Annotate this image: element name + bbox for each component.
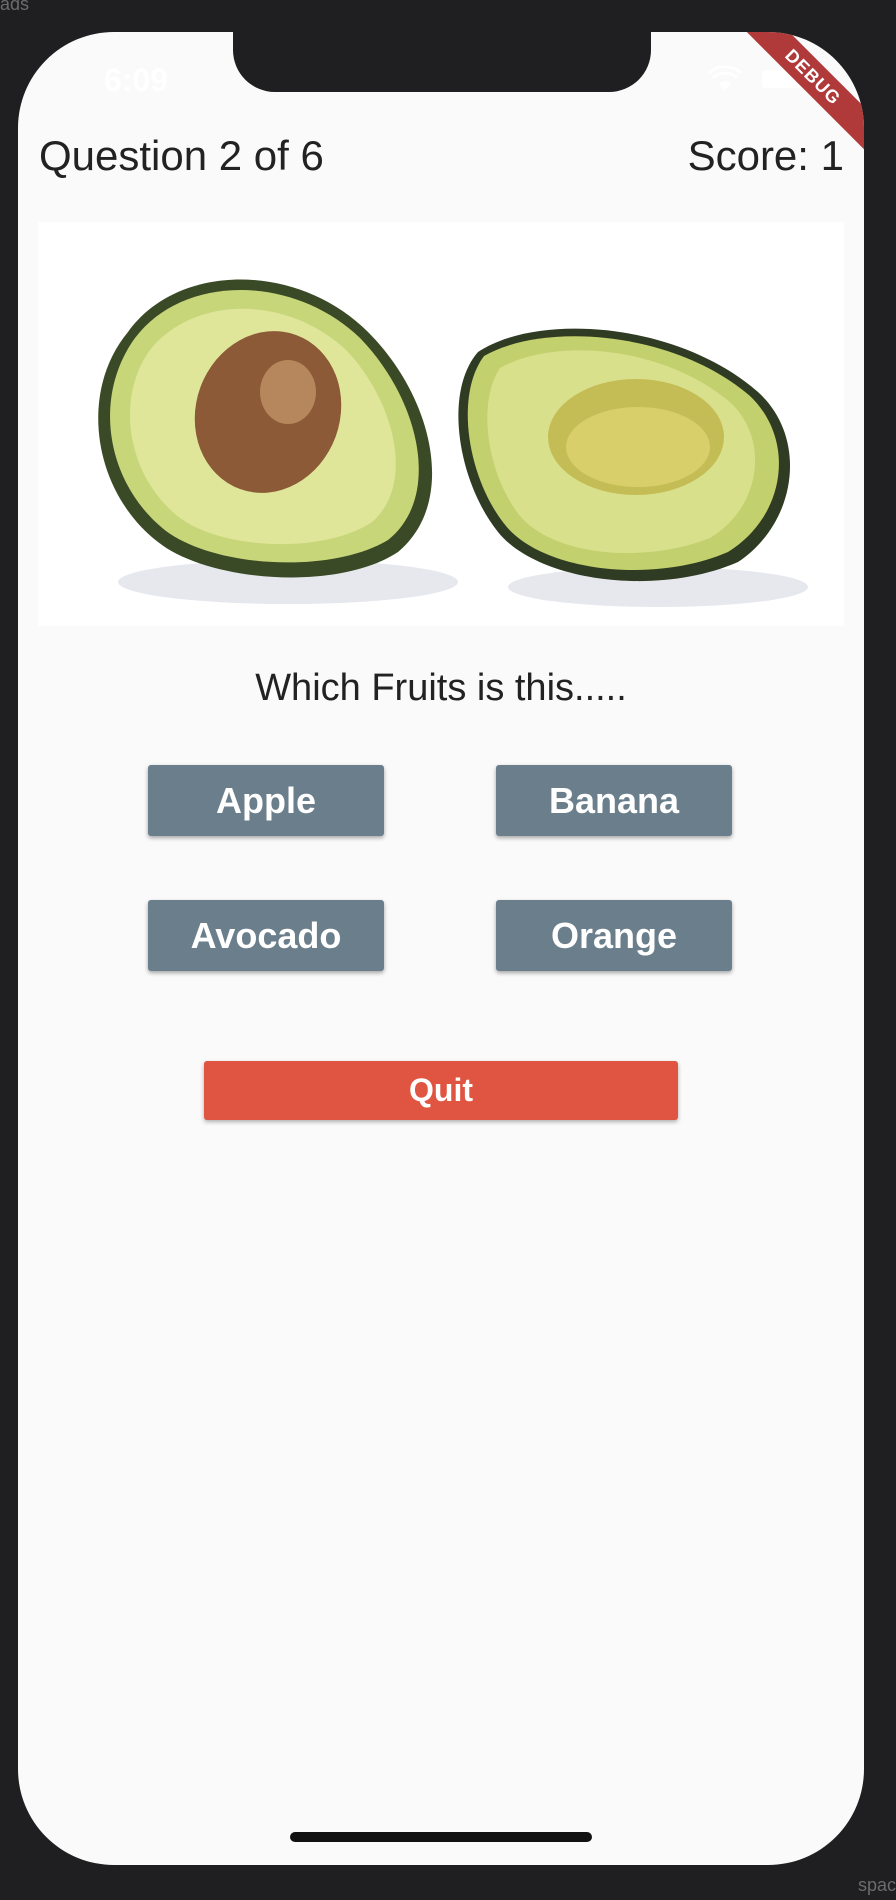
wifi-icon	[708, 66, 742, 90]
score-label: Score: 1	[687, 132, 844, 179]
answer-button-banana[interactable]: Banana	[496, 765, 732, 836]
quit-button[interactable]: Quit	[204, 1061, 678, 1120]
home-indicator[interactable]	[290, 1832, 592, 1842]
question-counter: Question 2 of 6	[39, 132, 324, 179]
avocado-image	[38, 222, 844, 626]
host-window-text: ads	[0, 0, 30, 14]
device-notch	[233, 32, 651, 92]
question-prompt: Which Fruits is this.....	[255, 667, 627, 709]
status-time: 6:09	[104, 62, 169, 98]
host-window-text: spac	[857, 1875, 896, 1895]
answer-button-avocado[interactable]: Avocado	[148, 900, 384, 971]
answer-button-orange[interactable]: Orange	[496, 900, 732, 971]
answer-button-apple[interactable]: Apple	[148, 765, 384, 836]
phone-screen: 6:09 DEBUG Question 2 of 6 Score: 1 Whic…	[18, 32, 864, 1865]
